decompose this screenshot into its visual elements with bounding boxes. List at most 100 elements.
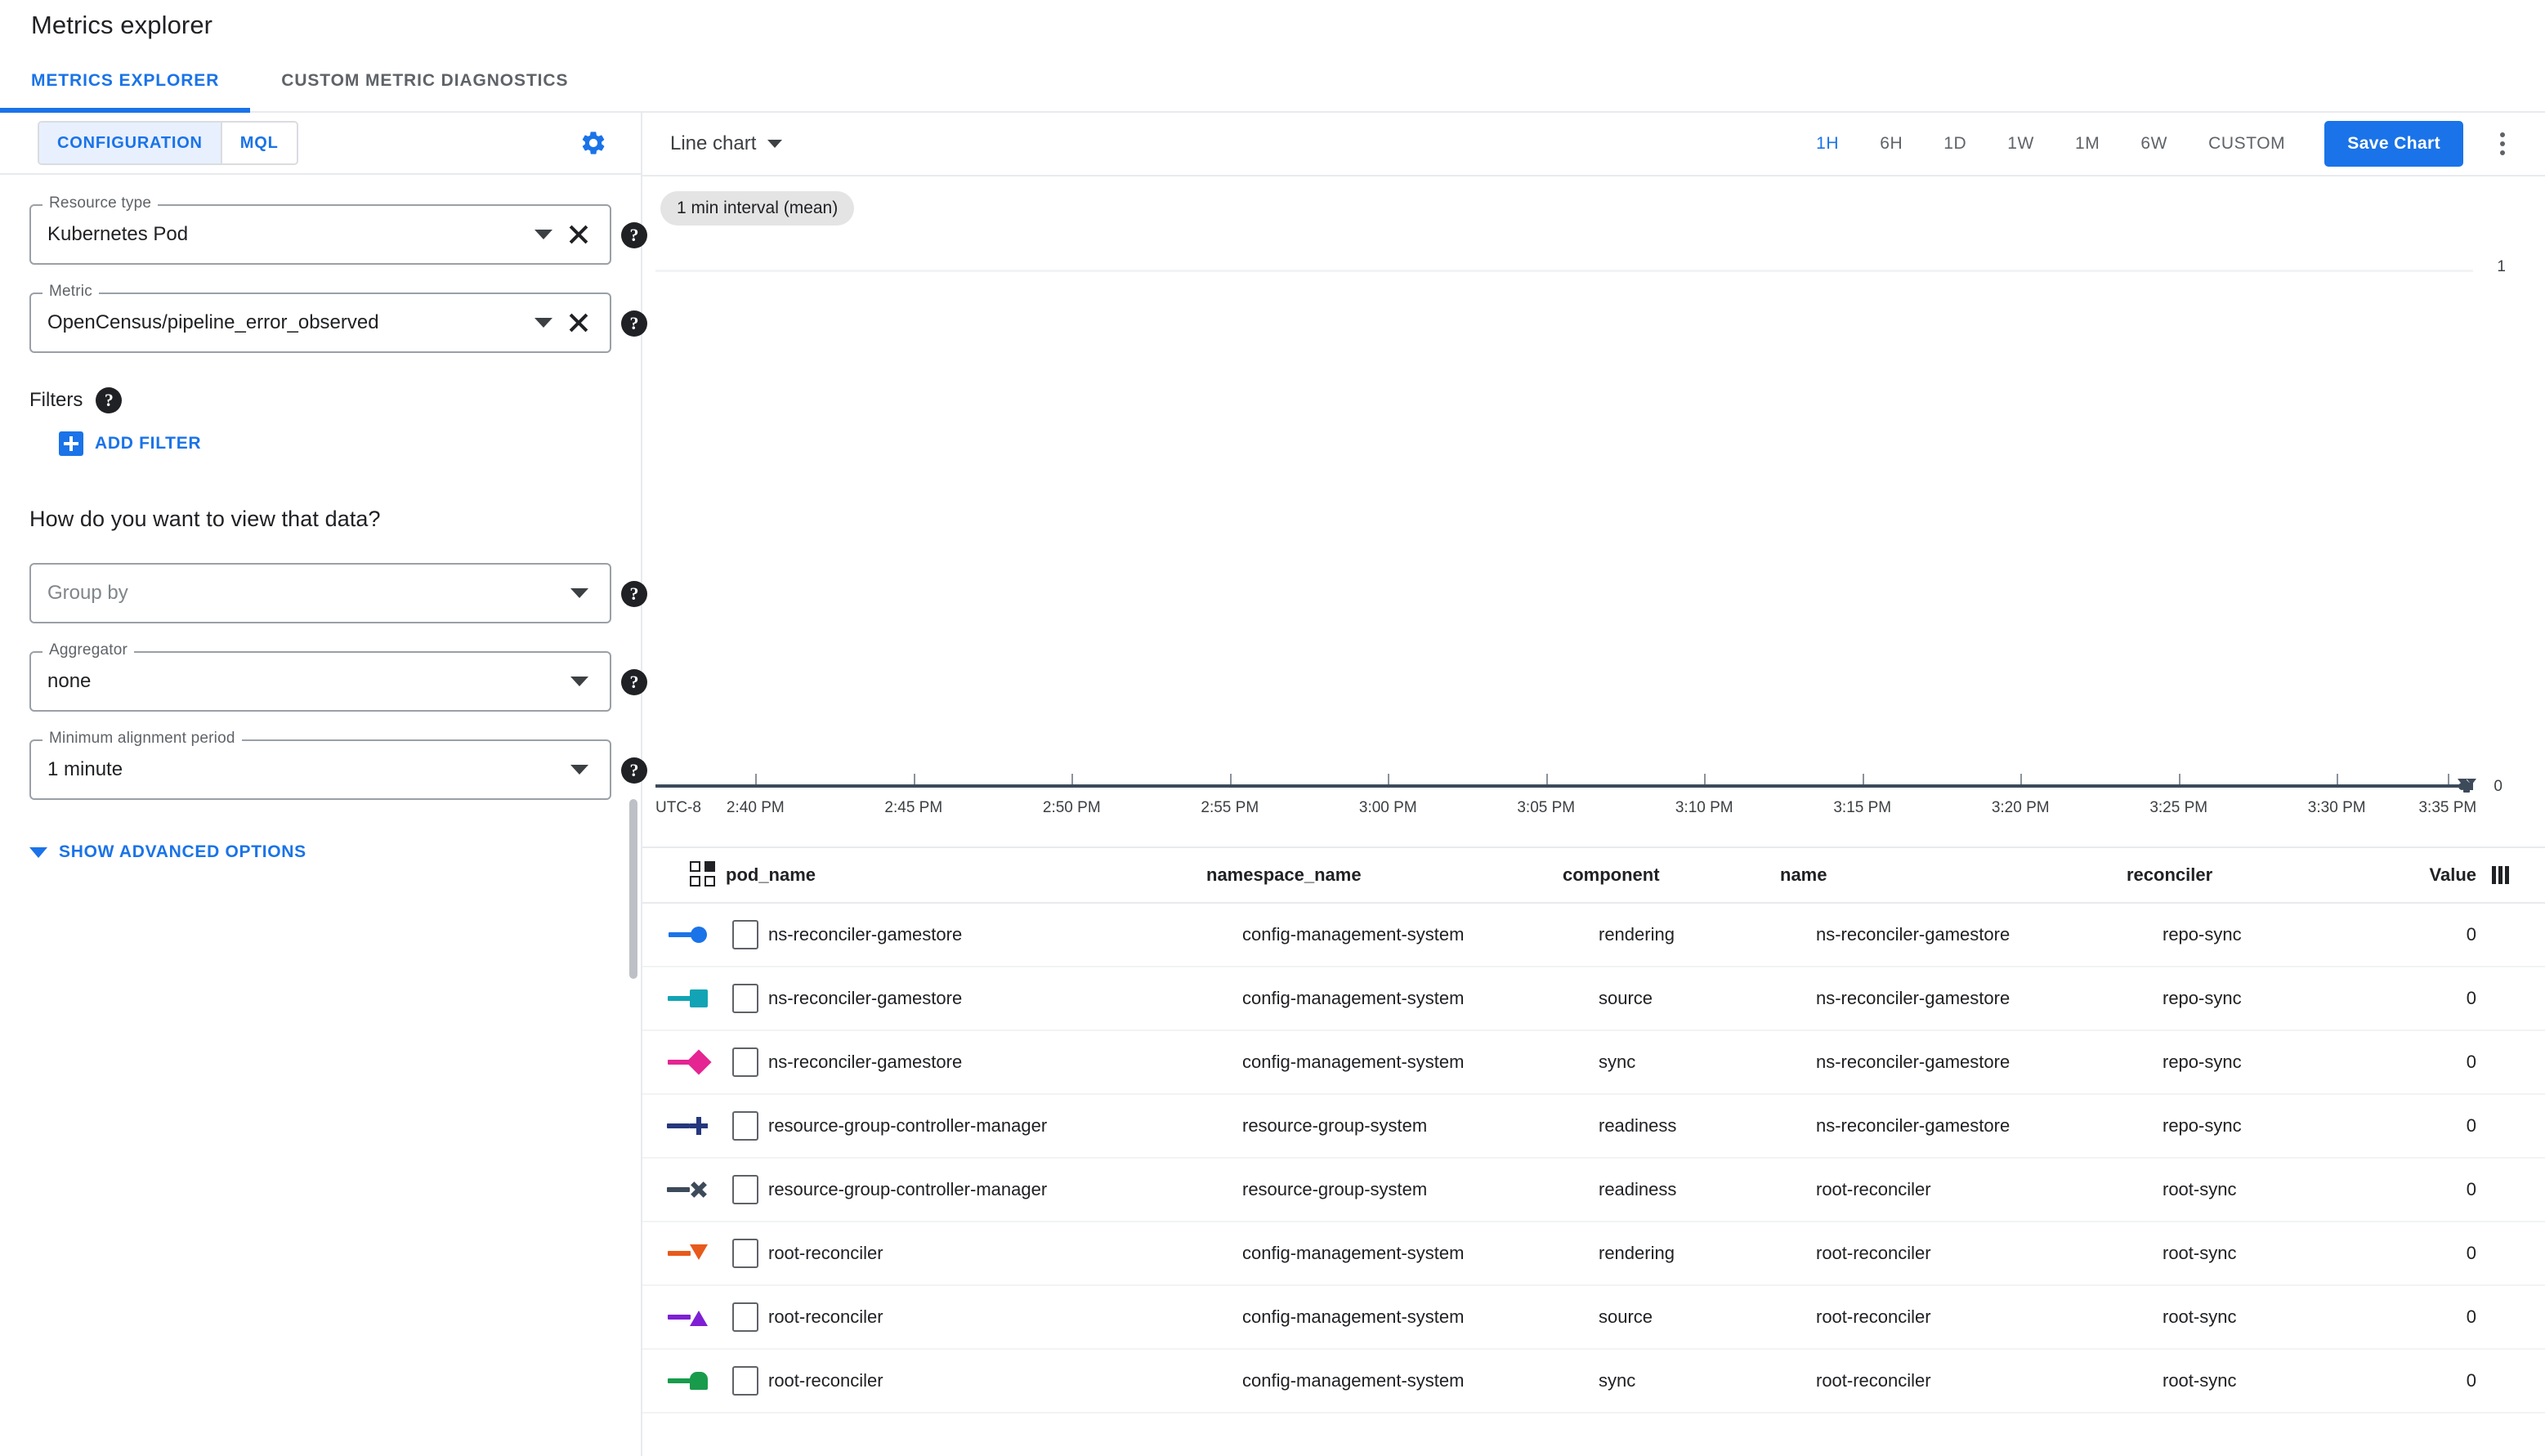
table-row[interactable]: ns-reconciler-gamestore config-management… (642, 904, 2545, 967)
group-by-field: Group by ? (29, 563, 647, 623)
table-row[interactable]: resource-group-controller-manager resourc… (642, 1095, 2545, 1159)
chevron-down-icon[interactable] (534, 230, 552, 239)
tab-metrics-explorer[interactable]: METRICS EXPLORER (0, 51, 251, 113)
chevron-down-icon[interactable] (570, 677, 588, 686)
table-row[interactable]: root-reconciler config-management-system r… (642, 1222, 2545, 1286)
view-data-question: How do you want to view that data? (29, 507, 381, 531)
select-all-icon[interactable] (690, 861, 718, 889)
cell-component: readiness (1599, 1179, 1677, 1199)
y-axis-tick-0: 0 (2494, 778, 2503, 795)
cell-name: root-reconciler (1816, 1243, 1931, 1263)
series-marker-icon (642, 989, 732, 1007)
clear-metric-icon[interactable] (562, 306, 595, 339)
x-tick-label: 3:30 PM (2307, 799, 2366, 816)
row-checkbox-cell (732, 1302, 768, 1332)
resource-type-label: Resource type (42, 194, 159, 212)
y-axis-tick-1: 1 (2497, 258, 2506, 275)
row-checkbox[interactable] (732, 1366, 758, 1396)
table-row[interactable]: ns-reconciler-gamestore config-management… (642, 967, 2545, 1031)
row-checkbox[interactable] (732, 1047, 758, 1077)
row-checkbox[interactable] (732, 1302, 758, 1332)
filters-section-header: Filters ? (29, 387, 611, 413)
resource-type-field: Resource type Kubernetes Pod ? (29, 194, 647, 265)
column-header-reconciler[interactable]: reconciler (2127, 864, 2378, 886)
row-checkbox[interactable] (732, 1239, 758, 1268)
x-tick-label: 2:40 PM (726, 799, 785, 816)
cell-component: rendering (1599, 1243, 1675, 1263)
row-checkbox[interactable] (732, 984, 758, 1013)
column-header-component[interactable]: component (1563, 864, 1780, 886)
row-checkbox-cell (732, 1175, 768, 1204)
row-checkbox[interactable] (732, 920, 758, 949)
row-checkbox[interactable] (732, 1111, 758, 1141)
cell-component: sync (1599, 1370, 1636, 1391)
time-range-1d[interactable]: 1D (1930, 126, 1979, 162)
min-alignment-period-select[interactable]: 1 minute (29, 739, 611, 800)
column-header-pod-name[interactable]: pod_name (726, 864, 816, 886)
group-by-select[interactable]: Group by (29, 563, 611, 623)
cell-pod-name: ns-reconciler-gamestore (768, 988, 963, 1008)
aggregator-select[interactable]: none (29, 651, 611, 712)
cell-namespace-name: config-management-system (1242, 1306, 1465, 1327)
column-header-value[interactable]: Value (2378, 864, 2476, 886)
cell-namespace-name: config-management-system (1242, 988, 1465, 1008)
chevron-down-icon[interactable] (570, 765, 588, 775)
save-chart-button[interactable]: Save Chart (2324, 121, 2463, 167)
page-title: Metrics explorer (31, 11, 213, 39)
cell-name: root-reconciler (1816, 1179, 1931, 1199)
segment-mql-label: MQL (239, 133, 279, 152)
resource-type-value: Kubernetes Pod (47, 223, 189, 245)
column-header-name[interactable]: name (1780, 864, 2127, 886)
add-filter-button[interactable]: ADD FILTER (59, 431, 611, 456)
x-axis-line (655, 784, 2473, 788)
cell-name: ns-reconciler-gamestore (1816, 1052, 2011, 1072)
tab-custom-metric-diagnostics[interactable]: CUSTOM METRIC DIAGNOSTICS (250, 51, 599, 111)
time-range-1w[interactable]: 1W (1994, 126, 2047, 162)
kebab-menu-icon[interactable] (2485, 121, 2520, 167)
gear-icon[interactable] (572, 122, 615, 164)
configuration-panel: CONFIGURATION MQL Resource type Kubernet… (0, 113, 647, 1456)
row-checkbox[interactable] (732, 1175, 758, 1204)
cell-namespace-name: config-management-system (1242, 1243, 1465, 1263)
time-range-6w[interactable]: 6W (2127, 126, 2180, 162)
show-advanced-options-button[interactable]: SHOW ADVANCED OPTIONS (29, 842, 611, 862)
chevron-down-icon (29, 846, 47, 858)
tab-custom-metric-diagnostics-label: CUSTOM METRIC DIAGNOSTICS (281, 71, 569, 90)
min-alignment-period-label: Minimum alignment period (42, 730, 242, 748)
clear-resource-type-icon[interactable] (562, 218, 595, 251)
chevron-down-icon[interactable] (534, 318, 552, 328)
resource-type-select[interactable]: Kubernetes Pod (29, 204, 611, 265)
series-marker-icon (642, 1244, 732, 1262)
time-range-1m[interactable]: 1M (2062, 126, 2113, 162)
table-row[interactable]: root-reconciler config-management-system s… (642, 1286, 2545, 1350)
cell-value: 0 (2466, 1306, 2476, 1327)
metric-select[interactable]: OpenCensus/pipeline_error_observed (29, 293, 611, 353)
configuration-panel-scrollbar[interactable] (629, 799, 637, 979)
table-row[interactable]: root-reconciler config-management-system s… (642, 1350, 2545, 1414)
chart-type-selector[interactable]: Line chart (670, 132, 783, 155)
row-checkbox-cell (732, 1111, 768, 1141)
chart-type-label: Line chart (670, 132, 757, 154)
cell-pod-name: root-reconciler (768, 1370, 883, 1391)
segment-mql[interactable]: MQL (220, 123, 297, 163)
x-tick-label: 3:20 PM (1991, 799, 2050, 816)
cell-value: 0 (2466, 1179, 2476, 1199)
aggregator-value: none (47, 670, 92, 692)
table-row[interactable]: ns-reconciler-gamestore config-management… (642, 1031, 2545, 1095)
cell-reconciler: root-sync (2163, 1370, 2237, 1391)
table-row[interactable]: resource-group-controller-manager resourc… (642, 1159, 2545, 1222)
x-tick-label: 2:50 PM (1042, 799, 1101, 816)
column-header-namespace-name[interactable]: namespace_name (1206, 864, 1563, 886)
segment-configuration[interactable]: CONFIGURATION (39, 123, 221, 163)
filters-help-icon[interactable]: ? (96, 387, 123, 413)
series-marker-cluster (2457, 777, 2478, 795)
chevron-down-icon[interactable] (570, 588, 588, 598)
time-range-custom[interactable]: CUSTOM (2195, 126, 2298, 162)
cell-name: ns-reconciler-gamestore (1816, 988, 2011, 1008)
time-range-1h[interactable]: 1H (1803, 126, 1852, 162)
table-header-row: pod_name namespace_name component name r… (642, 848, 2545, 904)
min-alignment-period-field: Minimum alignment period 1 minute ? (29, 730, 647, 800)
chart-plot-area[interactable]: 1 UTC-8 2:40 PM 2:45 PM 2:50 PM 2:55 PM … (655, 237, 2506, 816)
time-range-6h[interactable]: 6H (1867, 126, 1916, 162)
column-settings-icon[interactable] (2476, 866, 2524, 884)
